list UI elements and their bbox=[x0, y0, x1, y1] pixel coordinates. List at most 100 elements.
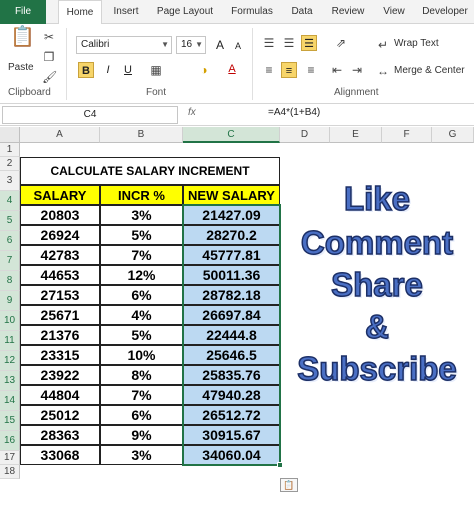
data-cell[interactable]: 22444.8 bbox=[183, 325, 280, 345]
align-middle-icon[interactable]: ☰ bbox=[282, 36, 296, 50]
align-left-icon[interactable]: ≡ bbox=[262, 63, 276, 77]
data-cell[interactable]: 50011.36 bbox=[183, 265, 280, 285]
paste-button[interactable]: Paste bbox=[8, 62, 34, 73]
row-header-2[interactable]: 2 bbox=[0, 157, 20, 171]
align-center-button[interactable]: ≡ bbox=[281, 62, 297, 78]
data-cell[interactable]: 6% bbox=[100, 405, 183, 425]
row-header-4[interactable]: 4 bbox=[0, 191, 20, 211]
tab-home[interactable]: Home bbox=[58, 0, 102, 25]
data-cell[interactable]: 10% bbox=[100, 345, 183, 365]
data-cell[interactable]: 28363 bbox=[20, 425, 100, 445]
row-header-10[interactable]: 10 bbox=[0, 311, 20, 331]
data-cell[interactable]: 23922 bbox=[20, 365, 100, 385]
tab-file[interactable]: File bbox=[0, 0, 46, 24]
data-cell[interactable]: 34060.04 bbox=[183, 445, 280, 465]
row-header-5[interactable]: 5 bbox=[0, 211, 20, 231]
wrap-text-icon[interactable]: ↵ bbox=[376, 38, 390, 52]
data-cell[interactable]: 7% bbox=[100, 245, 183, 265]
column-header-b[interactable]: B bbox=[100, 127, 183, 143]
data-cell[interactable]: 26924 bbox=[20, 225, 100, 245]
data-cell[interactable]: 3% bbox=[100, 445, 183, 465]
name-box[interactable]: C4 bbox=[2, 106, 178, 124]
column-header-f[interactable]: F bbox=[382, 127, 432, 143]
data-cell[interactable]: 5% bbox=[100, 225, 183, 245]
row-header-13[interactable]: 13 bbox=[0, 371, 20, 391]
increase-indent-icon[interactable]: ⇥ bbox=[350, 63, 364, 77]
data-cell[interactable]: 47940.28 bbox=[183, 385, 280, 405]
decrease-indent-icon[interactable]: ⇤ bbox=[330, 63, 344, 77]
data-cell[interactable]: 3% bbox=[100, 205, 183, 225]
tab-review[interactable]: Review bbox=[324, 0, 372, 24]
tab-page-layout[interactable]: Page Layout bbox=[150, 0, 220, 24]
formula-input[interactable]: =A4*(1+B4) bbox=[268, 107, 320, 118]
data-cell[interactable]: 44653 bbox=[20, 265, 100, 285]
column-header-c[interactable]: C bbox=[183, 127, 280, 143]
header-cell[interactable]: INCR % bbox=[100, 185, 183, 205]
row-header-1[interactable]: 1 bbox=[0, 143, 20, 157]
row-header-9[interactable]: 9 bbox=[0, 291, 20, 311]
tab-developer[interactable]: Developer bbox=[416, 0, 474, 24]
row-header-16[interactable]: 16 bbox=[0, 431, 20, 451]
row-header-11[interactable]: 11 bbox=[0, 331, 20, 351]
row-header-12[interactable]: 12 bbox=[0, 351, 20, 371]
data-cell[interactable]: 25671 bbox=[20, 305, 100, 325]
data-cell[interactable]: 33068 bbox=[20, 445, 100, 465]
row-header-17[interactable]: 17 bbox=[0, 451, 20, 465]
copy-icon[interactable]: ❐ bbox=[42, 50, 56, 64]
data-cell[interactable]: 30915.67 bbox=[183, 425, 280, 445]
row-header-7[interactable]: 7 bbox=[0, 251, 20, 271]
tab-view[interactable]: View bbox=[376, 0, 412, 24]
data-cell[interactable]: 28270.2 bbox=[183, 225, 280, 245]
data-cell[interactable]: 42783 bbox=[20, 245, 100, 265]
font-color-button[interactable]: A bbox=[224, 61, 240, 77]
align-right-icon[interactable]: ≡ bbox=[304, 63, 318, 77]
fill-handle[interactable] bbox=[277, 462, 283, 468]
row-header-15[interactable]: 15 bbox=[0, 411, 20, 431]
header-cell[interactable]: NEW SALARY bbox=[183, 185, 280, 205]
data-cell[interactable]: 5% bbox=[100, 325, 183, 345]
column-header-e[interactable]: E bbox=[330, 127, 382, 143]
data-cell[interactable]: 12% bbox=[100, 265, 183, 285]
borders-icon[interactable]: ▦ bbox=[148, 63, 164, 77]
data-cell[interactable]: 4% bbox=[100, 305, 183, 325]
align-top-icon[interactable]: ☰ bbox=[262, 36, 276, 50]
wrap-text-button[interactable]: Wrap Text bbox=[394, 38, 439, 49]
row-header-6[interactable]: 6 bbox=[0, 231, 20, 251]
data-cell[interactable]: 26512.72 bbox=[183, 405, 280, 425]
tab-insert[interactable]: Insert bbox=[106, 0, 146, 24]
data-cell[interactable]: 44804 bbox=[20, 385, 100, 405]
fill-color-icon[interactable]: ◑ bbox=[196, 63, 212, 77]
paste-options-icon[interactable]: 📋 bbox=[280, 478, 298, 492]
data-cell[interactable]: 25012 bbox=[20, 405, 100, 425]
grow-font-button[interactable]: A bbox=[212, 37, 228, 53]
data-cell[interactable]: 21376 bbox=[20, 325, 100, 345]
format-painter-icon[interactable]: 🖌 bbox=[42, 70, 57, 84]
row-header-8[interactable]: 8 bbox=[0, 271, 20, 291]
fx-icon[interactable]: fx bbox=[188, 107, 196, 118]
data-cell[interactable]: 45777.81 bbox=[183, 245, 280, 265]
data-cell[interactable]: 21427.09 bbox=[183, 205, 280, 225]
paste-icon[interactable]: 📋 bbox=[10, 27, 35, 56]
column-header-a[interactable]: A bbox=[20, 127, 100, 143]
select-all-corner[interactable] bbox=[0, 127, 20, 143]
data-cell[interactable]: 25835.76 bbox=[183, 365, 280, 385]
tab-data[interactable]: Data bbox=[284, 0, 320, 24]
cut-icon[interactable]: ✂ bbox=[42, 30, 56, 44]
font-name-select[interactable]: Calibri ▼ bbox=[76, 36, 172, 54]
data-cell[interactable]: 26697.84 bbox=[183, 305, 280, 325]
data-cell[interactable]: 23315 bbox=[20, 345, 100, 365]
sheet-title[interactable]: CALCULATE SALARY INCREMENT bbox=[20, 157, 280, 185]
data-cell[interactable]: 27153 bbox=[20, 285, 100, 305]
merge-center-button[interactable]: Merge & Center bbox=[394, 65, 465, 76]
tab-formulas[interactable]: Formulas bbox=[224, 0, 280, 24]
shrink-font-button[interactable]: A bbox=[230, 38, 246, 54]
header-cell[interactable]: SALARY bbox=[20, 185, 100, 205]
data-cell[interactable]: 28782.18 bbox=[183, 285, 280, 305]
row-header-18[interactable]: 18 bbox=[0, 465, 20, 479]
align-bottom-button[interactable]: ☰ bbox=[301, 35, 317, 51]
font-size-select[interactable]: 16 ▼ bbox=[176, 36, 206, 54]
column-header-d[interactable]: D bbox=[280, 127, 330, 143]
row-header-3[interactable]: 3 bbox=[0, 171, 20, 191]
orientation-icon[interactable]: ⇗ bbox=[332, 36, 350, 50]
bold-button[interactable]: B bbox=[78, 62, 94, 78]
